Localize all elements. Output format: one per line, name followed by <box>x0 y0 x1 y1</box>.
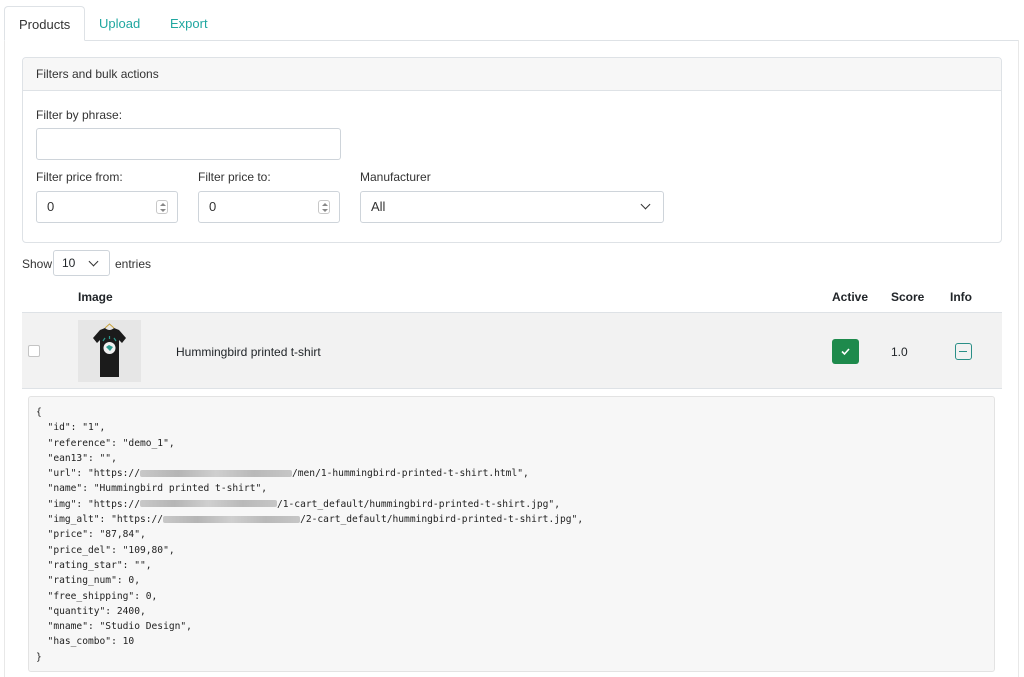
manufacturer-select[interactable]: All <box>360 191 664 223</box>
row-select-checkbox[interactable] <box>28 345 40 357</box>
manufacturer-label: Manufacturer <box>360 170 431 184</box>
manufacturer-value: All <box>371 199 386 214</box>
price-to-spinner[interactable] <box>318 200 330 214</box>
json-text: "has_combo": 10 <box>36 636 135 648</box>
filters-card-header: Filters and bulk actions <box>23 58 1001 91</box>
json-text: /1-cart_default/hummingbird-printed-t-sh… <box>276 498 560 510</box>
price-to-value: 0 <box>209 199 217 214</box>
pane-border-left <box>4 40 5 677</box>
active-toggle[interactable] <box>832 339 859 364</box>
json-text: "name": "Hummingbird printed t-shirt", <box>36 483 268 495</box>
json-text: /2-cart_default/hummingbird-printed-t-sh… <box>300 514 584 526</box>
column-header-image[interactable]: Image <box>78 290 113 304</box>
json-text: "price_del": "109,80", <box>36 544 175 556</box>
json-line: "mname": "Studio Design", <box>36 619 987 634</box>
json-text: "img_alt": "https:// <box>36 514 164 526</box>
column-header-score[interactable]: Score <box>891 290 924 304</box>
price-to-label: Filter price to: <box>198 170 271 184</box>
json-text: "rating_star": "", <box>36 559 152 571</box>
json-line: "rating_num": 0, <box>36 573 987 588</box>
json-text: "mname": "Studio Design", <box>36 621 192 633</box>
tab-divider <box>4 40 1019 41</box>
filter-phrase-input[interactable] <box>36 128 341 160</box>
json-line: "reference": "demo_1", <box>36 436 987 451</box>
json-line: "url": "https:// /men/1-hummingbird-print… <box>36 466 987 481</box>
json-text: "price": "87,84", <box>36 529 146 541</box>
entries-select[interactable]: 10 <box>53 250 110 276</box>
json-line: "price": "87,84", <box>36 527 987 542</box>
json-close-brace: } <box>36 651 42 663</box>
product-thumbnail <box>78 320 141 382</box>
tab-bar: Products Upload Export <box>4 0 1019 41</box>
entries-value: 10 <box>62 256 76 270</box>
chevron-down-icon <box>640 199 651 210</box>
json-line: "img": "https:// /1-cart_default/hummingb… <box>36 497 987 512</box>
price-to-input[interactable]: 0 <box>198 191 340 223</box>
json-line: "rating_star": "", <box>36 558 987 573</box>
json-line: "free_shipping": 0, <box>36 589 987 604</box>
price-from-value: 0 <box>47 199 55 214</box>
column-header-active[interactable]: Active <box>832 290 868 304</box>
product-score: 1.0 <box>891 345 908 359</box>
json-text: "rating_num": 0, <box>36 575 140 587</box>
json-text: "reference": "demo_1", <box>36 437 175 449</box>
json-text: /men/1-hummingbird-printed-t-shirt.html"… <box>291 468 529 480</box>
check-icon <box>841 348 850 356</box>
pane-border-right <box>1018 40 1019 677</box>
json-line: "img_alt": "https:// /2-cart_default/humm… <box>36 512 987 527</box>
product-name: Hummingbird printed t-shirt <box>176 345 321 359</box>
entries-label: entries <box>115 257 152 271</box>
price-from-label: Filter price from: <box>36 170 123 184</box>
table-row: Hummingbird printed t-shirt 1.0 <box>22 312 1002 389</box>
show-label: Show <box>22 257 53 271</box>
tab-upload[interactable]: Upload <box>85 6 154 41</box>
chevron-down-icon <box>88 256 99 267</box>
product-json-detail: { "id": "1", "reference": "demo_1", "ean… <box>28 396 995 672</box>
json-text: "ean13": "", <box>36 452 117 464</box>
json-line: "has_combo": 10 <box>36 634 987 649</box>
price-from-spinner[interactable] <box>156 200 168 214</box>
tab-export[interactable]: Export <box>156 6 222 41</box>
json-line: "ean13": "", <box>36 451 987 466</box>
filters-card: Filters and bulk actions Filter by phras… <box>22 57 1002 243</box>
json-open-brace: { <box>36 407 42 418</box>
price-from-input[interactable]: 0 <box>36 191 178 223</box>
tab-products[interactable]: Products <box>4 6 86 41</box>
tshirt-icon <box>78 320 141 382</box>
collapse-info-button[interactable] <box>955 343 972 360</box>
filter-phrase-label: Filter by phrase: <box>36 108 123 122</box>
json-text: "img": "https:// <box>36 498 140 510</box>
redacted-domain <box>163 515 301 523</box>
redacted-domain <box>139 500 277 508</box>
json-body: "id": "1", "reference": "demo_1", "ean13… <box>36 420 987 649</box>
json-text: "id": "1", <box>36 422 106 434</box>
json-line: "price_del": "109,80", <box>36 543 987 558</box>
json-text: "free_shipping": 0, <box>36 590 158 602</box>
column-header-info[interactable]: Info <box>950 290 972 304</box>
json-text: "url": "https:// <box>36 468 140 480</box>
json-line: "id": "1", <box>36 420 987 435</box>
redacted-domain <box>139 469 292 477</box>
json-text: "quantity": 2400, <box>36 605 146 617</box>
json-line: "name": "Hummingbird printed t-shirt", <box>36 481 987 496</box>
json-line: "quantity": 2400, <box>36 604 987 619</box>
